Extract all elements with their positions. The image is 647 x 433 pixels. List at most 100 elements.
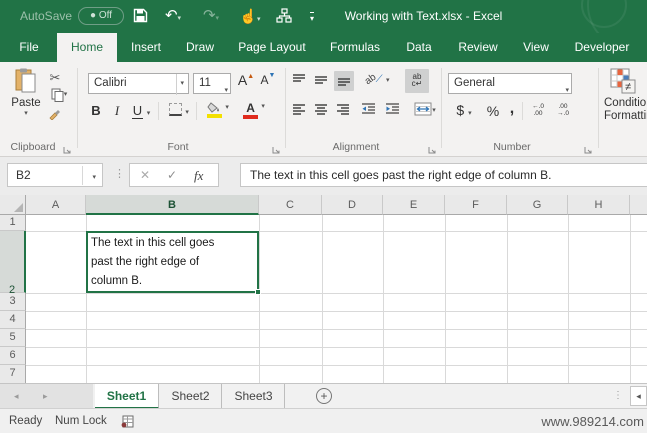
column-header-e[interactable]: E xyxy=(383,195,445,215)
tab-data[interactable]: Data xyxy=(398,33,440,62)
decrease-font-size-button[interactable]: A▼ xyxy=(258,72,278,87)
underline-button[interactable]: U ▾ xyxy=(128,103,154,119)
format-painter-button[interactable] xyxy=(46,106,64,123)
row-header-3[interactable]: 3 xyxy=(0,293,26,311)
insert-function-icon[interactable]: fx xyxy=(194,168,203,184)
bold-button[interactable]: B xyxy=(88,103,104,118)
tab-review[interactable]: Review xyxy=(450,33,506,62)
sheet-tab-sheet1[interactable]: Sheet1 xyxy=(95,384,159,409)
column-header-c[interactable]: C xyxy=(259,195,322,215)
row-header-6[interactable]: 6 xyxy=(0,347,26,365)
next-sheet-icon[interactable]: ▸ xyxy=(43,384,48,409)
increase-font-size-button[interactable]: A▲ xyxy=(236,72,256,88)
save-button[interactable] xyxy=(128,5,152,27)
grow-font-icon: A▲ xyxy=(237,72,255,88)
redo-icon: ↷ xyxy=(202,7,216,24)
align-center-button[interactable] xyxy=(312,103,330,120)
touch-mouse-mode-button[interactable]: ☝▾ xyxy=(234,5,266,27)
decrease-decimal-button[interactable]: .00 →.0 xyxy=(552,103,574,117)
row-header-7[interactable]: 7 xyxy=(0,365,26,383)
ribbon-tab-row: File Home Insert Draw Page Layout Formul… xyxy=(0,33,647,62)
accounting-format-button[interactable]: $ ▾ xyxy=(450,102,478,118)
bold-icon: B xyxy=(91,103,101,118)
fill-color-button[interactable]: ▾ xyxy=(202,102,234,118)
cancel-icon[interactable]: ✕ xyxy=(140,168,150,182)
formula-input[interactable]: The text in this cell goes past the righ… xyxy=(240,163,647,187)
redo-button[interactable]: ↷▾ xyxy=(196,5,226,27)
autosave-toggle[interactable]: ● Off xyxy=(78,7,124,25)
decrease-indent-button[interactable] xyxy=(358,103,378,120)
paste-icon xyxy=(15,68,36,93)
row-header-5[interactable]: 5 xyxy=(0,329,26,347)
comma-style-button[interactable]: , xyxy=(505,100,519,118)
column-header-h[interactable]: H xyxy=(568,195,630,215)
tab-bar-splitter[interactable]: ⋮ xyxy=(613,390,623,401)
column-header-d[interactable]: D xyxy=(322,195,383,215)
cut-button[interactable]: ✂ xyxy=(46,70,64,86)
tab-developer[interactable]: Developer xyxy=(566,33,638,62)
column-header-partial[interactable] xyxy=(630,195,647,215)
selected-cell-b2[interactable]: The text in this cell goes past the righ… xyxy=(86,231,261,295)
tab-page-layout[interactable]: Page Layout xyxy=(230,33,314,62)
record-macro-button[interactable] xyxy=(121,415,134,433)
italic-button[interactable]: I xyxy=(110,103,124,119)
align-right-button[interactable] xyxy=(334,103,352,120)
row-header-4[interactable]: 4 xyxy=(0,311,26,329)
customize-qat-button[interactable]: ▾ xyxy=(303,5,321,27)
tab-formulas[interactable]: Formulas xyxy=(322,33,388,62)
comma-icon: , xyxy=(509,100,515,117)
tab-view[interactable]: View xyxy=(514,33,558,62)
sheet-tab-sheet3[interactable]: Sheet3 xyxy=(223,384,285,409)
font-size-select[interactable]: 11 ▾ xyxy=(193,73,231,94)
fill-handle[interactable] xyxy=(255,289,261,295)
orientation-button[interactable]: ab⟋ ▾ xyxy=(360,71,394,87)
merge-center-button[interactable]: ▾ xyxy=(406,102,444,119)
middle-align-button[interactable] xyxy=(312,73,330,90)
hierarchy-command-button[interactable] xyxy=(272,5,296,27)
column-header-g[interactable]: G xyxy=(507,195,568,215)
increase-decimal-button[interactable]: ←.0.00 xyxy=(527,103,549,117)
column-header-a[interactable]: A xyxy=(26,195,86,215)
increase-indent-button[interactable] xyxy=(382,103,402,120)
name-box[interactable]: B2 ▾ xyxy=(7,163,103,187)
row-header-2[interactable]: 2 xyxy=(0,231,26,296)
tab-draw[interactable]: Draw xyxy=(178,33,222,62)
font-name-select[interactable]: Calibri ▾ xyxy=(88,73,189,95)
conditional-formatting-button[interactable]: ≠ Conditional Formatting xyxy=(604,68,647,123)
font-group-label: Font xyxy=(167,141,189,153)
sheet-nav-block: ◂ ▸ xyxy=(0,384,93,409)
tab-file[interactable]: File xyxy=(8,33,50,62)
borders-button[interactable]: ▾ xyxy=(164,103,194,117)
font-dialog-launcher[interactable] xyxy=(272,142,282,154)
undo-button[interactable]: ↶▾ xyxy=(158,5,188,27)
alignment-dialog-launcher[interactable] xyxy=(428,142,438,154)
row-header-1[interactable]: 1 xyxy=(0,215,26,231)
prev-sheet-icon[interactable]: ◂ xyxy=(14,384,19,409)
column-header-f[interactable]: F xyxy=(445,195,507,215)
number-format-select[interactable]: General ▾ xyxy=(448,73,572,94)
copy-button[interactable]: ▾ xyxy=(44,88,74,105)
column-header-b[interactable]: B xyxy=(86,195,259,215)
tab-home[interactable]: Home xyxy=(57,33,117,62)
number-dialog-launcher[interactable] xyxy=(584,142,594,154)
bottom-align-button[interactable] xyxy=(334,71,354,91)
decrease-decimal-icon: .00 →.0 xyxy=(557,103,569,117)
clipboard-dialog-launcher[interactable] xyxy=(63,142,73,154)
font-color-button[interactable]: A ▾ xyxy=(238,101,270,119)
group-separator xyxy=(598,68,599,148)
select-all-corner[interactable] xyxy=(0,195,26,215)
top-align-button[interactable] xyxy=(290,73,308,90)
wrap-text-button[interactable]: ab c↵ xyxy=(405,69,429,93)
percent-style-button[interactable]: % xyxy=(483,103,503,119)
sheet-tab-sheet2[interactable]: Sheet2 xyxy=(160,384,222,409)
record-macro-icon xyxy=(121,415,134,428)
drag-handle-icon[interactable]: ⋮ xyxy=(114,167,125,180)
new-sheet-button[interactable]: + xyxy=(316,388,332,404)
currency-icon: $ xyxy=(456,102,465,118)
scroll-left-button[interactable]: ◂ xyxy=(630,386,647,406)
align-left-button[interactable] xyxy=(290,103,308,120)
tab-insert[interactable]: Insert xyxy=(122,33,170,62)
enter-icon[interactable]: ✓ xyxy=(167,168,177,182)
chevron-down-icon: ▾ xyxy=(215,15,220,22)
paste-button[interactable]: Paste ▾ xyxy=(6,68,46,117)
